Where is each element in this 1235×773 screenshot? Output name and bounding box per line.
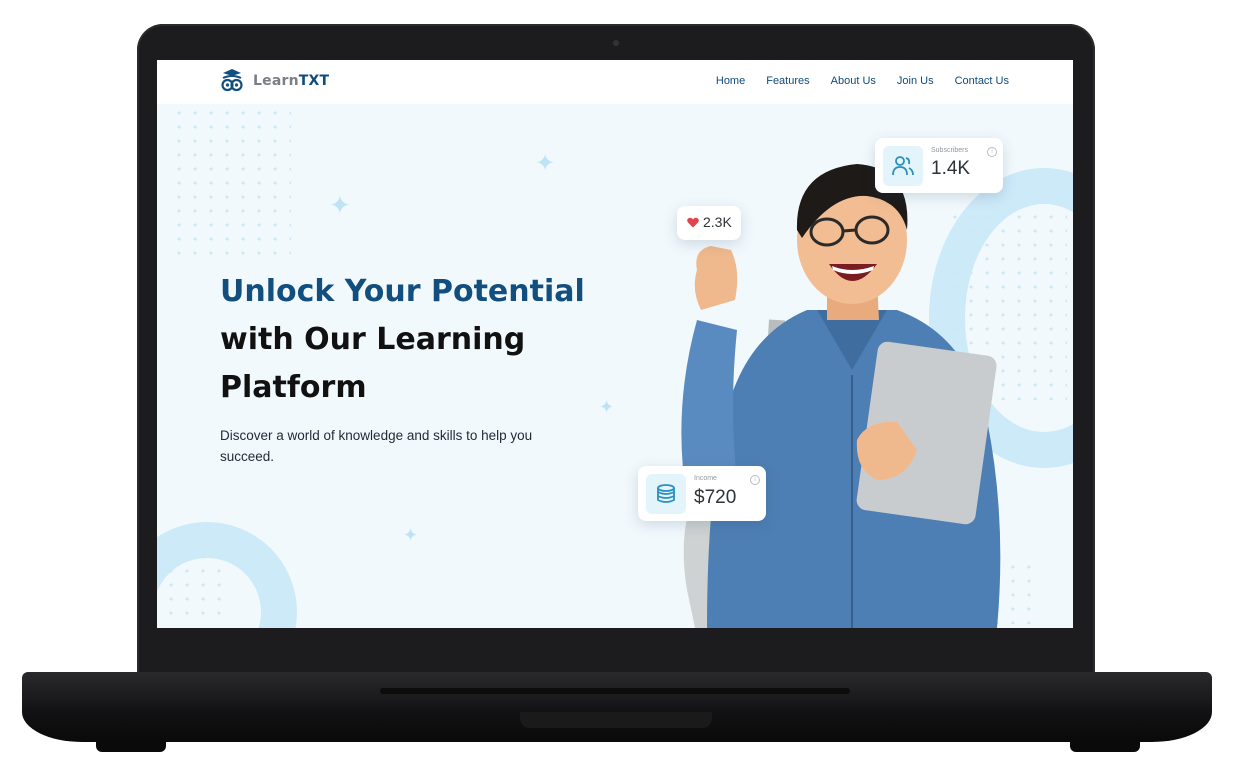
brand-name: LearnTXT	[253, 73, 330, 89]
laptop-foot-left	[96, 742, 166, 752]
hero-subtitle: Discover a world of knowledge and skills…	[220, 428, 533, 464]
laptop-base	[22, 672, 1212, 742]
sparkle-icon: ✦	[329, 190, 351, 220]
info-icon[interactable]: i	[987, 147, 997, 157]
subscribers-label: Subscribers	[931, 147, 968, 154]
info-icon[interactable]: i	[750, 475, 760, 485]
nav-home[interactable]: Home	[716, 75, 745, 87]
main-nav: Home Features About Us Join Us Contact U…	[716, 75, 1009, 87]
dot-pattern-bottom-left	[163, 550, 233, 616]
subscribers-value: 1.4K	[931, 158, 971, 179]
owl-logo-icon	[221, 69, 243, 92]
dot-pattern-top-left	[171, 106, 291, 256]
laptop-notch	[520, 712, 712, 728]
heart-icon	[687, 217, 699, 228]
income-card: Income i $720	[638, 466, 766, 521]
hero-headline-highlight: Unlock Your Potential	[220, 274, 585, 309]
likes-count: 2.3K	[703, 214, 732, 230]
brand-logo[interactable]: LearnTXT	[219, 66, 329, 96]
sparkle-icon: ✦	[599, 397, 615, 417]
subscribers-card: Subscribers i 1.4K	[875, 138, 1003, 193]
laptop-hinge	[380, 688, 850, 694]
sparkle-icon: ✦	[403, 525, 419, 545]
laptop-screen: ✦ ✦ ✦ ✦ LearnTXT Home Features About Us …	[157, 60, 1073, 628]
users-icon	[892, 156, 914, 176]
top-navbar: LearnTXT Home Features About Us Join Us …	[157, 60, 1073, 104]
hero-headline-rest: with Our Learning Platform	[220, 322, 526, 405]
nav-join-us[interactable]: Join Us	[897, 75, 934, 87]
coins-icon-box	[646, 474, 686, 514]
sparkle-icon: ✦	[535, 150, 556, 177]
laptop-camera	[613, 40, 619, 46]
users-icon-box	[883, 146, 923, 186]
nav-contact-us[interactable]: Contact Us	[955, 75, 1009, 87]
hero-headline: Unlock Your Potential with Our Learning …	[220, 268, 600, 412]
income-label: Income	[694, 475, 717, 482]
coins-icon	[657, 484, 675, 503]
laptop-foot-right	[1070, 742, 1140, 752]
income-value: $720	[694, 487, 737, 508]
nav-about-us[interactable]: About Us	[831, 75, 876, 87]
nav-features[interactable]: Features	[766, 75, 809, 87]
likes-card: 2.3K	[677, 206, 741, 240]
